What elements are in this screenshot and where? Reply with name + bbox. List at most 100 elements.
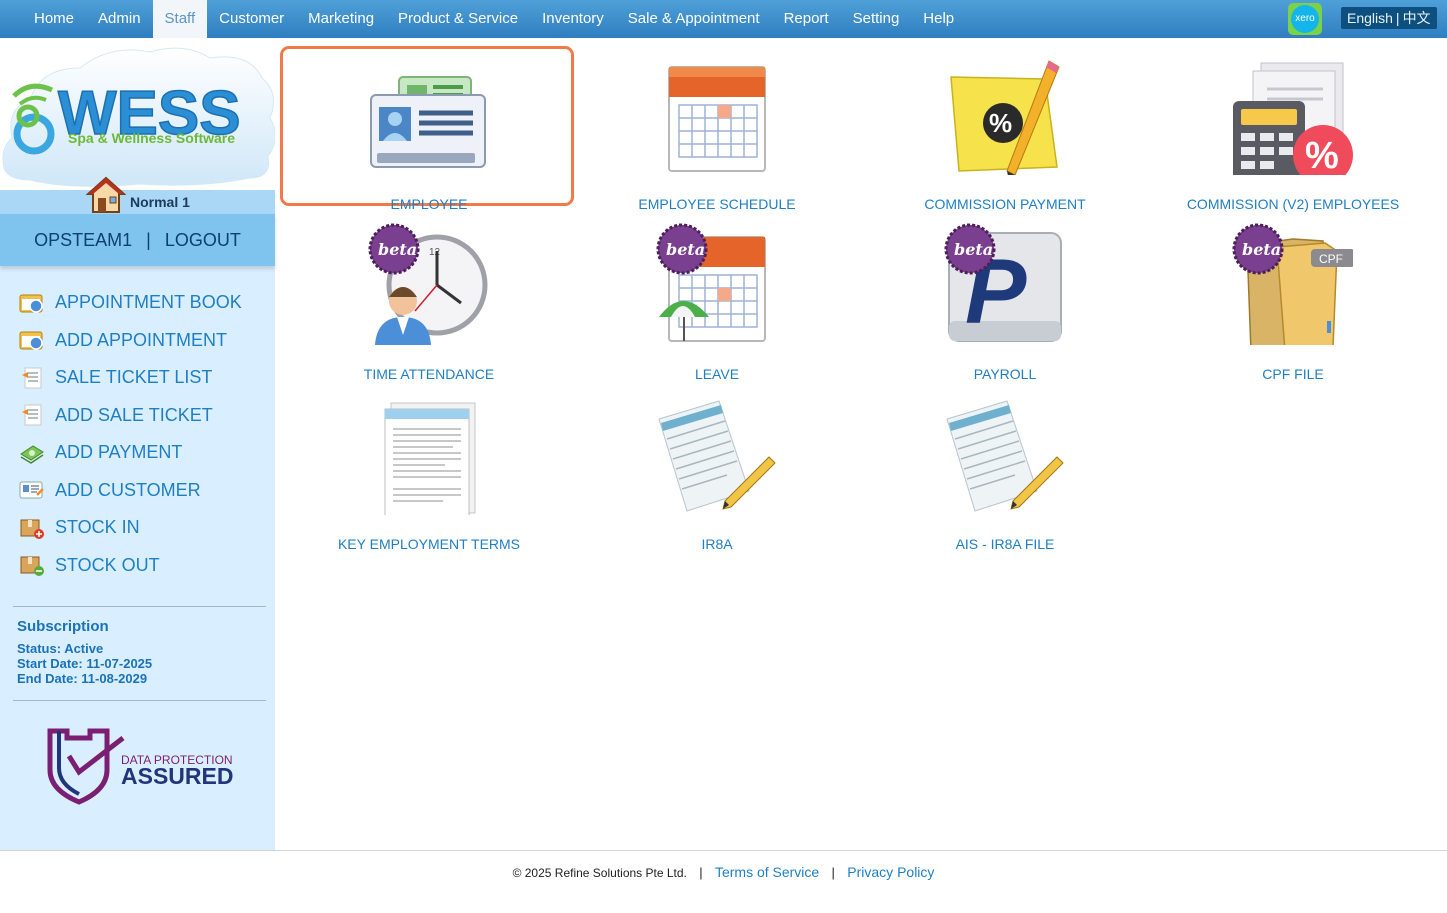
tile-ais-ir8a-file[interactable]: AIS - IR8A FILE <box>861 385 1149 555</box>
cpf-tag: CPF <box>1319 252 1343 266</box>
svg-text:12: 12 <box>429 247 441 258</box>
nav-home[interactable]: Home <box>22 0 86 38</box>
footer-separator: | <box>831 865 835 880</box>
tile-cpf-file[interactable]: CPF beta CPF FILE <box>1149 215 1437 385</box>
sidebar-divider <box>13 606 266 607</box>
sidebar-item-add-payment[interactable]: ADD PAYMENT <box>18 434 242 472</box>
lang-chinese[interactable]: 中文 <box>1403 10 1431 26</box>
tile-employee[interactable]: EMPLOYEE <box>285 45 573 215</box>
nav-product-service[interactable]: Product & Service <box>386 0 530 38</box>
footer: © 2025 Refine Solutions Pte Ltd. | Terms… <box>0 850 1447 913</box>
account-name[interactable]: OPSTEAM1 <box>34 230 132 251</box>
user-name: Normal 1 <box>130 194 190 210</box>
svg-text:%: % <box>1305 135 1339 175</box>
document-pencil-icon <box>945 395 1065 515</box>
beta-badge: beta <box>656 223 708 280</box>
beta-label: beta <box>666 240 705 259</box>
sidebar-item-sale-ticket-list[interactable]: SALE TICKET LIST <box>18 359 242 397</box>
tile-label: IR8A <box>701 536 733 552</box>
tile-label: EMPLOYEE SCHEDULE <box>638 196 796 212</box>
calculator-percent-icon: % <box>1233 55 1353 185</box>
nav-inventory[interactable]: Inventory <box>530 0 616 38</box>
lang-english[interactable]: English <box>1347 10 1393 26</box>
commission-note-icon: % <box>945 55 1065 181</box>
subscription-start-date: Start Date: 11-07-2025 <box>17 656 153 671</box>
beta-label: beta <box>1242 240 1281 259</box>
sidebar-menu: APPOINTMENT BOOK ADD APPOINTMENT SALE TI… <box>18 284 242 584</box>
svg-text:Spa & Wellness Software: Spa & Wellness Software <box>68 130 235 146</box>
nav-menu: Home Admin Staff Customer Marketing Prod… <box>22 0 966 38</box>
login-separator: | <box>146 229 151 250</box>
xero-logo-icon: xero <box>1291 5 1319 33</box>
tile-label: EMPLOYEE <box>390 196 468 212</box>
sidebar-item-add-appointment[interactable]: ADD APPOINTMENT <box>18 322 242 360</box>
sidebar-item-add-sale-ticket[interactable]: ADD SALE TICKET <box>18 397 242 435</box>
home-icon[interactable] <box>85 176 127 219</box>
nav-help[interactable]: Help <box>911 0 966 38</box>
terms-of-service-link[interactable]: Terms of Service <box>715 864 819 880</box>
dpa-shield-icon: DATA PROTECTION ASSURED <box>47 728 233 805</box>
tile-payroll[interactable]: P beta PAYROLL <box>861 215 1149 385</box>
calendar-icon <box>657 55 777 175</box>
language-switch: English | 中文 <box>1341 7 1437 29</box>
tile-commission-payment[interactable]: % COMMISSION PAYMENT <box>861 45 1149 215</box>
top-nav-bar: Home Admin Staff Customer Marketing Prod… <box>0 0 1447 38</box>
wess-logo-icon: WESS Spa & Wellness Software <box>2 47 276 187</box>
nav-setting[interactable]: Setting <box>841 0 912 38</box>
tile-time-attendance[interactable]: 12 beta TIME ATTENDANCE <box>285 215 573 385</box>
nav-report[interactable]: Report <box>772 0 841 38</box>
tile-label: TIME ATTENDANCE <box>363 366 495 382</box>
add-customer-icon <box>18 478 46 502</box>
xero-button[interactable]: xero <box>1288 3 1322 35</box>
dpa-line2: ASSURED <box>121 763 233 789</box>
privacy-policy-link[interactable]: Privacy Policy <box>847 864 934 880</box>
tile-label: AIS - IR8A FILE <box>955 536 1055 552</box>
tile-label: COMMISSION (V2) EMPLOYEES <box>1186 196 1400 212</box>
data-protection-badge: DATA PROTECTION ASSURED <box>47 728 237 813</box>
beta-label: beta <box>378 240 417 259</box>
tile-label: LEAVE <box>694 366 740 382</box>
tile-label: KEY EMPLOYMENT TERMS <box>337 536 521 552</box>
copyright-text: © 2025 Refine Solutions Pte Ltd. <box>512 866 687 880</box>
add-sale-ticket-icon <box>18 403 46 427</box>
beta-badge: beta <box>368 223 420 280</box>
sidebar-item-label: STOCK OUT <box>55 554 160 575</box>
sidebar-item-label: ADD APPOINTMENT <box>55 329 228 350</box>
sidebar-item-label: ADD SALE TICKET <box>55 404 213 425</box>
sidebar-item-stock-out[interactable]: STOCK OUT <box>18 547 242 585</box>
footer-separator: | <box>699 865 703 880</box>
subscription-status: Status: Active <box>17 641 104 656</box>
sale-ticket-list-icon <box>18 366 46 390</box>
wess-logo[interactable]: WESS Spa & Wellness Software <box>0 38 276 190</box>
nav-admin[interactable]: Admin <box>86 0 153 38</box>
tile-ir8a[interactable]: IR8A <box>573 385 861 555</box>
appointment-book-icon <box>18 291 46 315</box>
nav-staff[interactable]: Staff <box>152 0 208 38</box>
nav-customer[interactable]: Customer <box>207 0 296 38</box>
sidebar-item-appointment-book[interactable]: APPOINTMENT BOOK <box>18 284 242 322</box>
nav-marketing[interactable]: Marketing <box>296 0 386 38</box>
footer-links: © 2025 Refine Solutions Pte Ltd. | Terms… <box>0 864 1447 880</box>
sidebar-item-stock-in[interactable]: STOCK IN <box>18 509 242 547</box>
sidebar-item-label: ADD CUSTOMER <box>55 479 201 500</box>
user-bar: Normal 1 <box>0 190 275 214</box>
lang-separator: | <box>1395 10 1400 26</box>
sidebar-item-add-customer[interactable]: ADD CUSTOMER <box>18 472 242 510</box>
sidebar-item-label: SALE TICKET LIST <box>55 367 213 388</box>
sidebar-item-label: ADD PAYMENT <box>55 442 183 463</box>
logout-link[interactable]: LOGOUT <box>165 230 241 251</box>
nav-sale-appointment[interactable]: Sale & Appointment <box>616 0 772 38</box>
beta-label: beta <box>954 240 993 259</box>
tile-label: CPF FILE <box>1262 366 1324 382</box>
sidebar-item-label: APPOINTMENT BOOK <box>55 292 242 313</box>
tile-label: PAYROLL <box>973 366 1037 382</box>
tile-leave[interactable]: beta LEAVE <box>573 215 861 385</box>
login-bar: OPSTEAM1 | LOGOUT <box>0 214 275 266</box>
subscription-title: Subscription <box>17 618 109 635</box>
document-stack-icon <box>369 395 489 520</box>
sidebar-divider <box>13 700 266 701</box>
tile-key-employment-terms[interactable]: KEY EMPLOYMENT TERMS <box>285 385 573 555</box>
beta-badge: beta <box>1232 223 1284 280</box>
tile-commission-v2-employees[interactable]: % COMMISSION (V2) EMPLOYEES <box>1149 45 1437 215</box>
tile-employee-schedule[interactable]: EMPLOYEE SCHEDULE <box>573 45 861 215</box>
